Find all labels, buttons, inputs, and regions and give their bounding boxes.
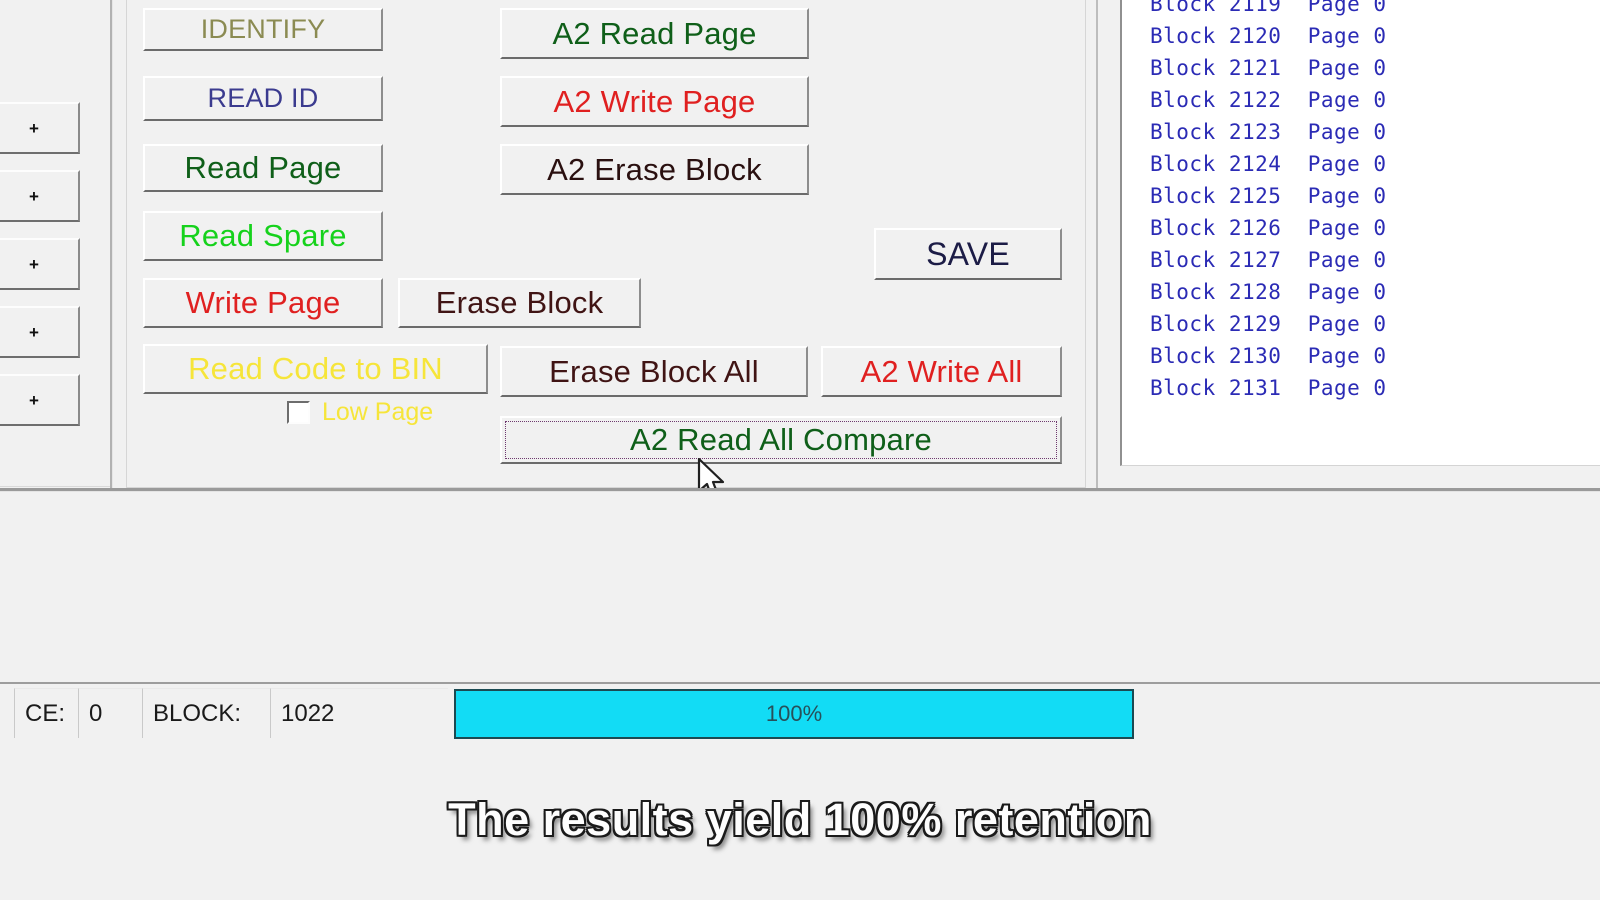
status-bar: CE: 0 BLOCK: 1022 100% <box>0 682 1600 740</box>
list-item[interactable]: Block 2120 Page 0 <box>1122 20 1600 52</box>
identify-button[interactable]: IDENTIFY <box>143 8 383 51</box>
a2-erase-block-button[interactable]: A2 Erase Block <box>500 144 809 195</box>
read-page-button[interactable]: Read Page <box>143 144 383 192</box>
list-item[interactable]: Block 2131 Page 0 <box>1122 372 1600 404</box>
a2-read-page-label: A2 Read Page <box>552 15 757 51</box>
plus-icon: + <box>29 186 39 206</box>
read-page-label: Read Page <box>184 150 342 185</box>
list-item[interactable]: Block 2124 Page 0 <box>1122 148 1600 180</box>
plus-button-1[interactable]: + <box>0 102 80 154</box>
save-label: SAVE <box>926 235 1010 272</box>
command-button-panel: IDENTIFY READ ID Read Page Read Spare Wr… <box>126 0 1086 488</box>
a2-read-all-compare-label: A2 Read All Compare <box>630 422 932 457</box>
list-item[interactable]: Block 2119 Page 0 <box>1122 0 1600 20</box>
status-block-value: 1022 <box>270 688 448 738</box>
list-item[interactable]: Block 2125 Page 0 <box>1122 180 1600 212</box>
write-page-button[interactable]: Write Page <box>143 278 383 328</box>
block-log-listbox[interactable]: Block 2119 Page 0 Block 2120 Page 0 Bloc… <box>1120 0 1600 466</box>
list-item[interactable]: Block 2128 Page 0 <box>1122 276 1600 308</box>
a2-write-all-button[interactable]: A2 Write All <box>821 346 1062 397</box>
caption-area: The results yield 100% retention <box>0 740 1600 900</box>
erase-block-all-label: Erase Block All <box>549 353 759 389</box>
identify-label: IDENTIFY <box>200 14 326 44</box>
plus-icon: + <box>29 390 39 410</box>
erase-block-button[interactable]: Erase Block <box>398 278 641 328</box>
plus-button-5[interactable]: + <box>0 374 80 426</box>
read-id-label: READ ID <box>207 83 319 113</box>
status-ce-value: 0 <box>78 688 142 738</box>
block-log-panel: Block 2119 Page 0 Block 2120 Page 0 Bloc… <box>1096 0 1600 488</box>
low-page-label: Low Page <box>322 398 434 426</box>
ce-label-text: CE: <box>25 699 66 727</box>
read-id-button[interactable]: READ ID <box>143 76 383 121</box>
list-item[interactable]: Block 2127 Page 0 <box>1122 244 1600 276</box>
list-item[interactable]: Block 2126 Page 0 <box>1122 212 1600 244</box>
low-page-checkbox-row[interactable]: Low Page <box>287 398 433 427</box>
app-window: + + + + + IDENTIFY READ ID Read Page Rea… <box>0 0 1600 900</box>
read-spare-button[interactable]: Read Spare <box>143 211 383 261</box>
erase-block-all-button[interactable]: Erase Block All <box>500 346 808 397</box>
progress-bar-fill: 100% <box>454 689 1134 739</box>
status-block-label: BLOCK: <box>142 688 270 738</box>
save-button[interactable]: SAVE <box>874 228 1062 280</box>
a2-write-all-label: A2 Write All <box>860 353 1023 389</box>
status-ce-label: CE: <box>14 688 78 738</box>
a2-erase-block-label: A2 Erase Block <box>547 151 762 187</box>
a2-write-page-label: A2 Write Page <box>553 83 756 119</box>
read-spare-label: Read Spare <box>179 218 347 253</box>
panel-divider-vertical <box>110 0 113 490</box>
erase-block-label: Erase Block <box>435 285 604 320</box>
plus-icon: + <box>29 118 39 138</box>
plus-button-3[interactable]: + <box>0 238 80 290</box>
a2-read-page-button[interactable]: A2 Read Page <box>500 8 809 59</box>
list-item[interactable]: Block 2121 Page 0 <box>1122 52 1600 84</box>
list-item[interactable]: Block 2123 Page 0 <box>1122 116 1600 148</box>
a2-read-all-compare-button[interactable]: A2 Read All Compare <box>500 416 1062 464</box>
plus-icon: + <box>29 254 39 274</box>
left-sidebar-panel: + + + + + <box>0 0 111 487</box>
a2-write-page-button[interactable]: A2 Write Page <box>500 76 809 127</box>
progress-percent-label: 100% <box>765 701 823 726</box>
plus-button-2[interactable]: + <box>0 170 80 222</box>
list-item[interactable]: Block 2130 Page 0 <box>1122 340 1600 372</box>
plus-icon: + <box>29 322 39 342</box>
list-item[interactable]: Block 2122 Page 0 <box>1122 84 1600 116</box>
work-area: + + + + + IDENTIFY READ ID Read Page Rea… <box>0 0 1600 500</box>
ce-value-text: 0 <box>89 699 103 727</box>
block-label-text: BLOCK: <box>153 699 242 727</box>
plus-button-4[interactable]: + <box>0 306 80 358</box>
list-item[interactable]: Block 2129 Page 0 <box>1122 308 1600 340</box>
read-code-to-bin-button[interactable]: Read Code to BIN <box>143 344 488 394</box>
block-value-text: 1022 <box>281 699 335 727</box>
empty-content-region <box>0 492 1600 676</box>
write-page-label: Write Page <box>185 285 341 320</box>
progress-bar: 100% <box>454 689 1134 739</box>
low-page-checkbox[interactable] <box>287 401 310 424</box>
read-code-to-bin-label: Read Code to BIN <box>188 351 443 386</box>
caption-text: The results yield 100% retention <box>448 794 1152 845</box>
